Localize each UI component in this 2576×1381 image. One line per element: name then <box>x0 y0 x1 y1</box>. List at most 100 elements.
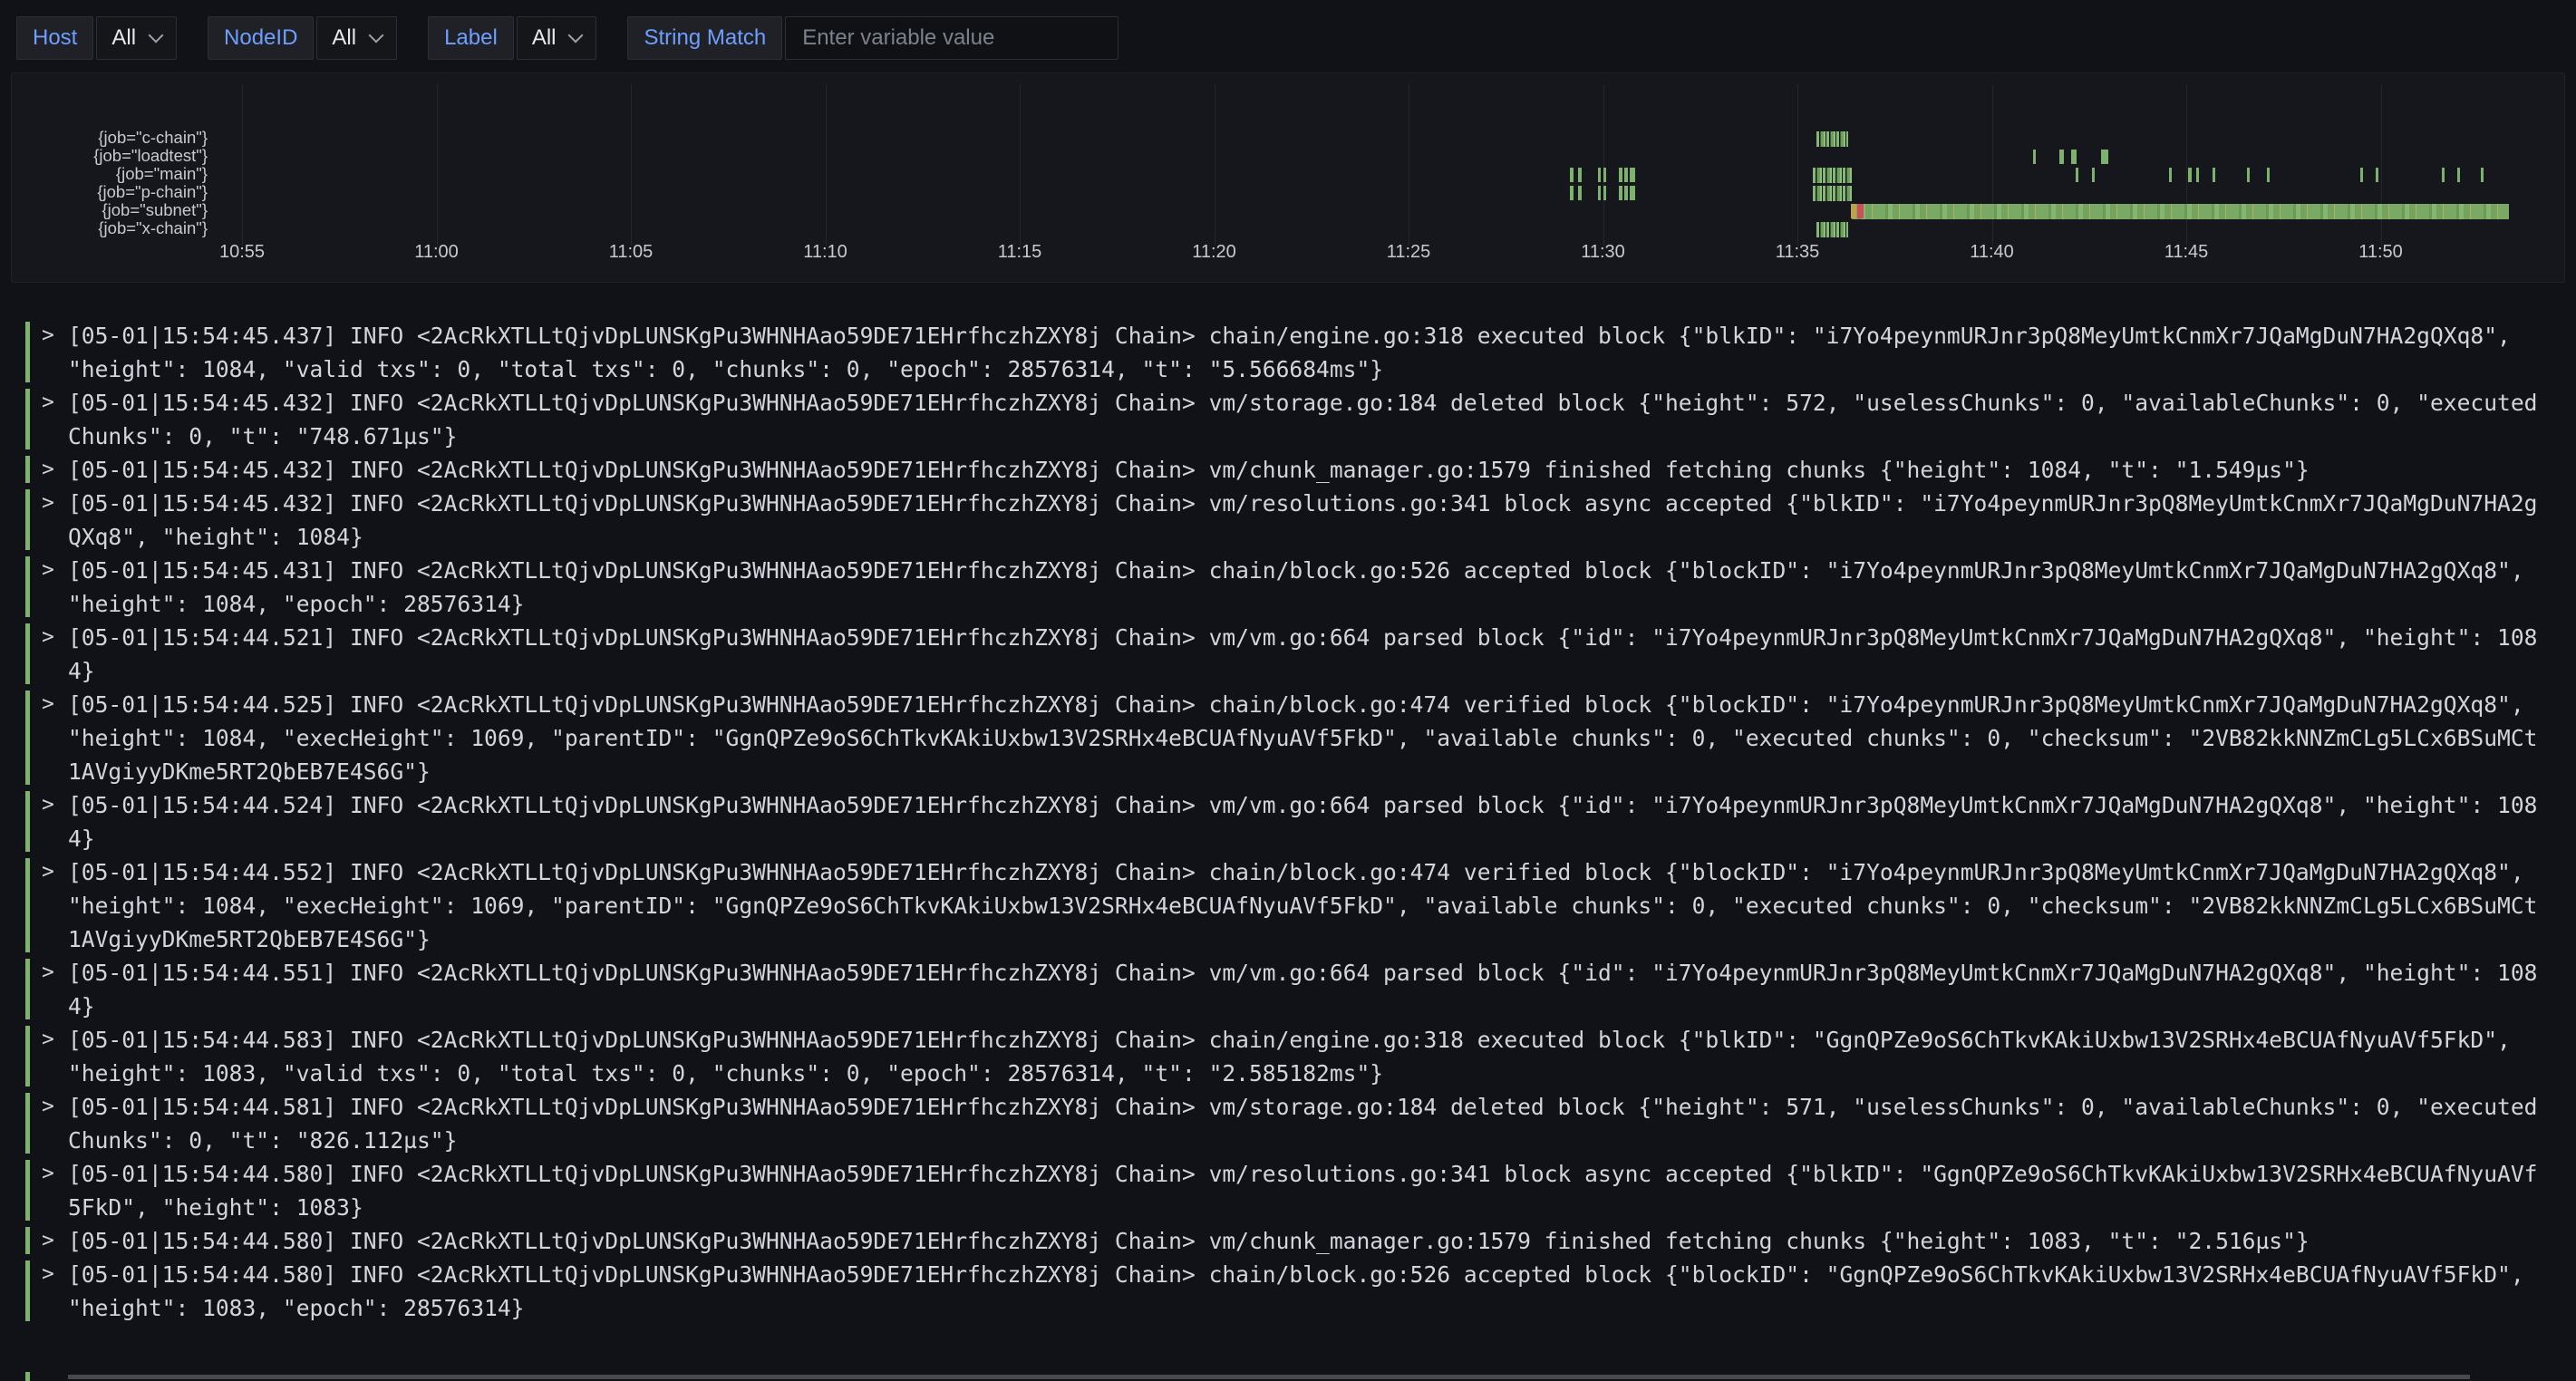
log-line-text: [05-01|15:54:44.525] INFO <2AcRkXTLLtQjv… <box>68 688 2542 788</box>
x-axis-tick-label: 11:40 <box>1970 242 2014 263</box>
log-entry[interactable]: > [05-01|15:54:44.551] INFO <2AcRkXTLLtQj… <box>25 956 2576 1023</box>
series-tick-mark <box>1603 168 1606 182</box>
gridline <box>826 84 827 246</box>
variable-label-string-match: String Match <box>627 16 782 60</box>
gridline <box>2381 84 2382 246</box>
log-entry[interactable]: > [05-01|15:54:44.581] INFO <2AcRkXTLLtQj… <box>25 1090 2576 1157</box>
log-line-text: [05-01|15:54:45.431] INFO <2AcRkXTLLtQjv… <box>68 554 2542 621</box>
log-entry[interactable]: > [05-01|15:54:44.521] INFO <2AcRkXTLLtQj… <box>25 621 2576 688</box>
log-line-text: [05-01|15:54:45.432] INFO <2AcRkXTLLtQjv… <box>68 386 2542 453</box>
expand-chevron-icon[interactable]: > <box>42 386 54 420</box>
series-tick-mark <box>2188 168 2192 182</box>
x-axis-tick-label: 11:10 <box>803 242 847 263</box>
gridline <box>1797 84 1798 246</box>
variable-group-host: Host All <box>16 16 177 60</box>
log-entry[interactable]: > [05-01|15:54:45.431] INFO <2AcRkXTLLtQj… <box>25 554 2576 621</box>
log-entry[interactable]: > [05-01|15:54:44.525] INFO <2AcRkXTLLtQj… <box>25 688 2576 788</box>
variable-dropdown-label-value: All <box>532 25 557 51</box>
x-axis-tick-label: 11:50 <box>2358 242 2403 263</box>
x-axis-tick-label: 11:05 <box>609 242 654 263</box>
log-entry[interactable]: >[05-01|15:54:44.552] INFO <2AcRkXTLLtQj… <box>25 855 2576 956</box>
series-tick-mark <box>1619 168 1622 182</box>
series-tick-mark <box>1630 168 1635 182</box>
series-tick-mark <box>2267 168 2270 182</box>
log-line-text: [05-01|15:54:44.551] INFO <2AcRkXTLLtQjv… <box>68 956 2542 1023</box>
variable-dropdown-nodeid[interactable]: All <box>316 16 397 60</box>
log-entry[interactable]: > [05-01|15:54:44.580] INFO <2AcRkXTLLtQj… <box>25 1157 2576 1224</box>
series-labels-column: {job="c-chain"}{job="loadtest"}{job="mai… <box>12 129 208 237</box>
series-cluster-mark <box>1816 131 1847 147</box>
log-line-text: [05-01|15:54:44.580] INFO <2AcRkXTLLtQjv… <box>68 1258 2542 1325</box>
gridline <box>1603 84 1604 246</box>
logs-panel: >[05-01|15:54:45.437] INFO <2AcRkXTLLtQj… <box>0 319 2576 1325</box>
log-entry[interactable]: > [05-01|15:54:44.580] INFO <2AcRkXTLLtQj… <box>25 1224 2576 1258</box>
expand-chevron-icon[interactable]: > <box>42 855 54 889</box>
series-tick-mark <box>1851 204 1856 218</box>
series-tick-mark <box>2071 150 2077 164</box>
series-tick-mark <box>2442 168 2445 182</box>
series-tick-mark <box>1603 186 1606 200</box>
expand-chevron-icon[interactable]: > <box>42 487 54 520</box>
log-entry[interactable]: > [05-01|15:54:44.524] INFO <2AcRkXTLLtQj… <box>25 788 2576 855</box>
series-tick-mark <box>2457 168 2460 182</box>
expand-chevron-icon[interactable]: > <box>42 1090 54 1124</box>
series-tick-mark <box>2481 168 2484 182</box>
log-entry[interactable]: > [05-01|15:54:45.432] INFO <2AcRkXTLLtQj… <box>25 386 2576 453</box>
expand-chevron-icon[interactable]: > <box>42 956 54 990</box>
log-line-text: [05-01|15:54:44.521] INFO <2AcRkXTLLtQjv… <box>68 621 2542 688</box>
log-line-text: [05-01|15:54:44.580] INFO <2AcRkXTLLtQjv… <box>68 1157 2542 1224</box>
expand-chevron-icon[interactable]: > <box>42 688 54 721</box>
gridline <box>631 84 632 246</box>
expand-chevron-icon[interactable]: > <box>42 621 54 654</box>
series-tick-mark <box>2101 150 2108 164</box>
chevron-down-icon <box>369 28 384 43</box>
variable-label-label: Label <box>428 16 514 60</box>
variable-dropdown-host[interactable]: All <box>96 16 177 60</box>
expand-chevron-icon[interactable]: > <box>42 1224 54 1258</box>
log-line-text: [05-01|15:54:44.581] INFO <2AcRkXTLLtQjv… <box>68 1090 2542 1157</box>
expand-chevron-icon[interactable]: > <box>42 1258 54 1291</box>
variable-dropdown-host-value: All <box>111 25 136 51</box>
series-tick-mark <box>1578 168 1582 182</box>
plot-area[interactable]: 10:5511:0011:0511:1011:1511:2011:2511:30… <box>218 73 2564 282</box>
expand-chevron-icon[interactable]: > <box>42 1023 54 1057</box>
x-axis-tick-label: 11:20 <box>1192 242 1236 263</box>
series-label: {job="c-chain"} <box>12 129 208 147</box>
log-entry[interactable]: > [05-01|15:54:44.580] INFO <2AcRkXTLLtQj… <box>25 1258 2576 1325</box>
log-line-text: [05-01|15:54:44.580] INFO <2AcRkXTLLtQjv… <box>68 1224 2542 1258</box>
series-label: {job="main"} <box>12 165 208 183</box>
series-tick-mark <box>1857 204 1864 218</box>
log-entry[interactable]: >[05-01|15:54:45.432] INFO <2AcRkXTLLtQj… <box>25 487 2576 554</box>
gridline <box>242 84 243 246</box>
variables-bar: Host All NodeID All Label All String Mat… <box>16 16 1119 60</box>
log-entry[interactable]: > [05-01|15:54:44.583] INFO <2AcRkXTLLtQj… <box>25 1023 2576 1090</box>
expand-chevron-icon[interactable]: > <box>42 554 54 587</box>
expand-chevron-icon[interactable]: > <box>42 1157 54 1191</box>
string-match-input[interactable] <box>785 16 1119 60</box>
series-tick-mark <box>1624 186 1628 200</box>
log-entry[interactable]: >[05-01|15:54:45.437] INFO <2AcRkXTLLtQj… <box>25 319 2576 386</box>
series-label: {job="subnet"} <box>12 201 208 219</box>
gridline <box>1020 84 1021 246</box>
series-label: {job="x-chain"} <box>12 219 208 237</box>
series-tick-mark <box>1570 186 1574 200</box>
variable-label-host: Host <box>16 16 93 60</box>
series-tick-mark <box>2376 168 2378 182</box>
series-tick-mark <box>2169 168 2172 182</box>
series-tick-mark <box>1578 186 1582 200</box>
x-axis-tick-label: 11:25 <box>1387 242 1431 263</box>
log-line-text: [05-01|15:54:44.583] INFO <2AcRkXTLLtQjv… <box>68 1023 2542 1090</box>
expand-chevron-icon[interactable]: > <box>42 453 54 487</box>
log-entry[interactable]: > [05-01|15:54:45.432] INFO <2AcRkXTLLtQj… <box>25 453 2576 487</box>
log-line-text: [05-01|15:54:44.524] INFO <2AcRkXTLLtQjv… <box>68 788 2542 855</box>
series-tick-mark <box>2076 168 2078 182</box>
log-line-text: [05-01|15:54:45.432] INFO <2AcRkXTLLtQjv… <box>68 453 2542 487</box>
expand-chevron-icon[interactable]: > <box>42 788 54 822</box>
variable-dropdown-label[interactable]: All <box>517 16 597 60</box>
expand-chevron-icon[interactable]: > <box>42 319 54 352</box>
variable-group-string-match: String Match <box>627 16 1119 60</box>
series-tick-mark <box>2247 168 2250 182</box>
series-tick-mark <box>1570 168 1574 182</box>
next-log-row-partial <box>25 1372 30 1381</box>
variable-label-nodeid: NodeID <box>208 16 314 60</box>
